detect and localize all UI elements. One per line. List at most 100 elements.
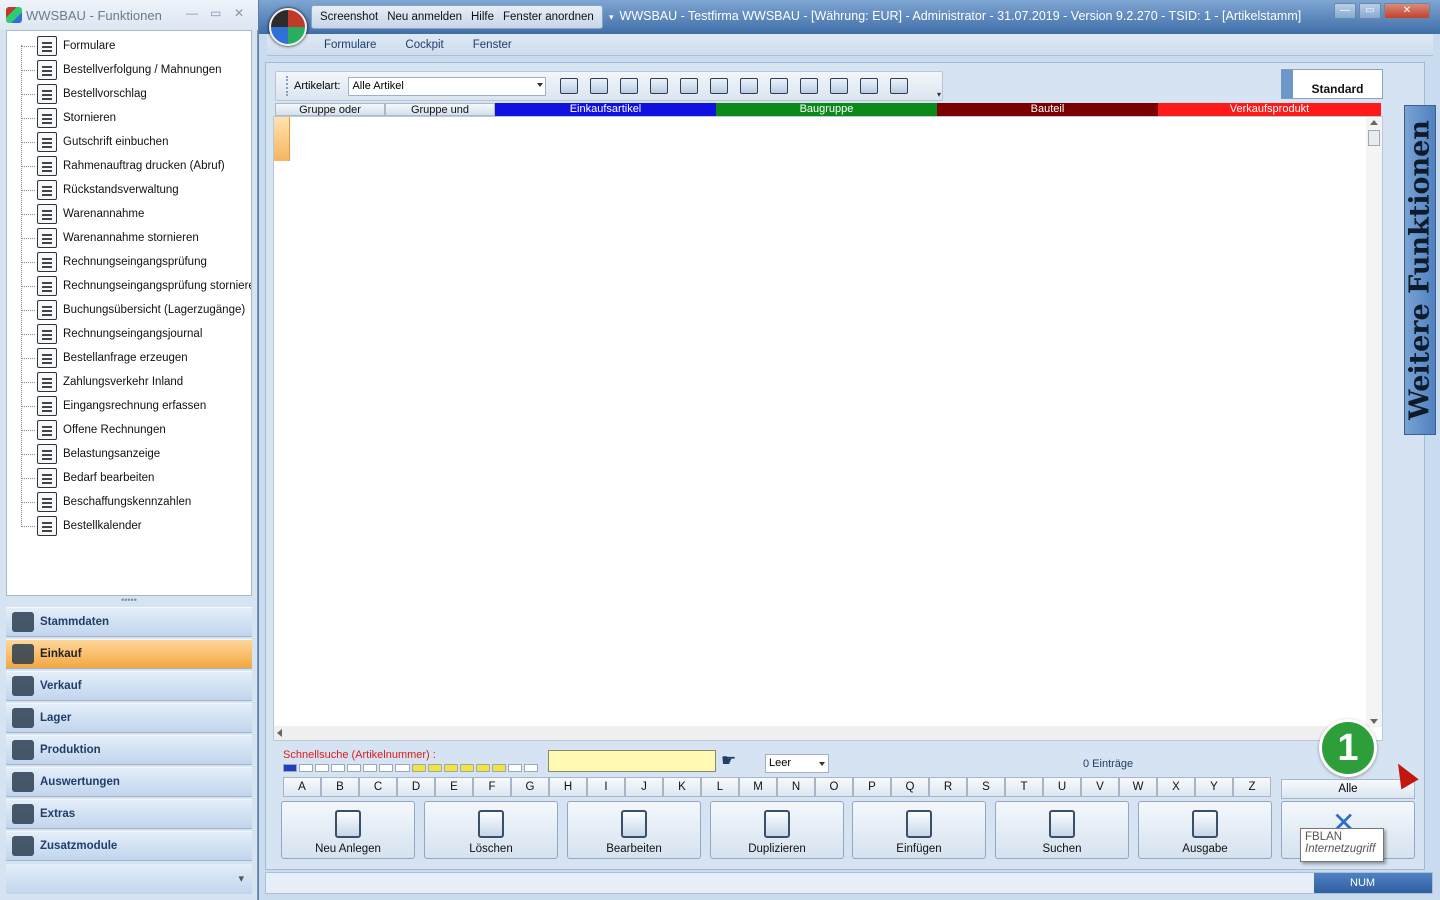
letter-k-button[interactable]: K xyxy=(663,777,701,797)
header-gruppe-und[interactable]: Gruppe und xyxy=(385,103,495,116)
einfuegen-button[interactable]: Einfügen xyxy=(852,801,986,859)
vertical-scrollbar[interactable] xyxy=(1366,117,1382,727)
menu-formulare[interactable]: Formulare xyxy=(324,39,376,51)
tree-item[interactable]: Formulare xyxy=(21,34,115,58)
chevron-down-icon[interactable]: ▾ xyxy=(609,12,614,22)
close-icon[interactable]: ✕ xyxy=(234,6,244,20)
row-selector[interactable] xyxy=(274,117,290,161)
letter-a-button[interactable]: A xyxy=(283,777,321,797)
letter-b-button[interactable]: B xyxy=(321,777,359,797)
hourglass-button[interactable] xyxy=(676,74,702,98)
letter-t-button[interactable]: T xyxy=(1005,777,1043,797)
tree-item[interactable]: Gutschrift einbuchen xyxy=(21,130,168,154)
panel-splitter[interactable]: ••••• xyxy=(6,596,252,605)
nav-einkauf[interactable]: Einkauf xyxy=(6,639,252,669)
scroll-thumb[interactable] xyxy=(1368,130,1380,146)
tree-item[interactable]: Stornieren xyxy=(21,106,116,130)
letter-w-button[interactable]: W xyxy=(1119,777,1157,797)
neu-anlegen-button[interactable]: Neu Anlegen xyxy=(281,801,415,859)
scroll-down-icon[interactable] xyxy=(1370,719,1378,724)
duplizieren-button[interactable]: Duplizieren xyxy=(710,801,844,859)
suchen-button[interactable]: Suchen xyxy=(995,801,1129,859)
bearbeiten-button[interactable]: Bearbeiten xyxy=(567,801,701,859)
maximize-icon[interactable]: ▭ xyxy=(210,6,221,20)
toolbar-overflow-icon[interactable]: ▾ xyxy=(937,90,941,99)
letter-n-button[interactable]: N xyxy=(777,777,815,797)
tree-item[interactable]: Buchungsübersicht (Lagerzugänge) xyxy=(21,298,245,322)
field-button[interactable] xyxy=(766,74,792,98)
letter-r-button[interactable]: R xyxy=(929,777,967,797)
quick-neu-anmelden[interactable]: Neu anmelden xyxy=(387,11,462,23)
tree-item[interactable]: Warenannahme xyxy=(21,202,144,226)
nav-zusatzmodule[interactable]: Zusatzmodule xyxy=(6,831,252,861)
tree-item[interactable]: Belastungsanzeige xyxy=(21,442,160,466)
close-icon[interactable]: ✕ xyxy=(1384,3,1430,19)
nav-verkauf[interactable]: Verkauf xyxy=(6,671,252,701)
letter-p-button[interactable]: P xyxy=(853,777,891,797)
image-button[interactable] xyxy=(616,74,642,98)
nav-stammdaten[interactable]: Stammdaten xyxy=(6,607,252,637)
weitere-funktionen-tab[interactable]: Weitere Funktionen xyxy=(1404,105,1436,435)
tree-item[interactable]: Rückstandsverwaltung xyxy=(21,178,179,202)
tree-item[interactable]: Bestellanfrage erzeugen xyxy=(21,346,188,370)
tree-item[interactable]: Bestellkalender xyxy=(21,514,142,538)
artikelart-select[interactable]: Alle Artikel xyxy=(348,76,547,96)
letter-o-button[interactable]: O xyxy=(815,777,853,797)
menu-cockpit[interactable]: Cockpit xyxy=(405,39,443,51)
letter-x-button[interactable]: X xyxy=(1157,777,1195,797)
nav-extras[interactable]: Extras xyxy=(6,799,252,829)
standard-view-button[interactable]: Standard xyxy=(1281,69,1383,99)
letter-d-button[interactable]: D xyxy=(397,777,435,797)
search-mode-select[interactable]: Leer xyxy=(765,754,829,773)
panel-bottom-button[interactable] xyxy=(826,74,852,98)
header-baugruppe[interactable]: Baugruppe xyxy=(716,103,937,116)
loeschen-button[interactable]: Löschen xyxy=(424,801,558,859)
minimize-icon[interactable]: — xyxy=(186,6,198,20)
pointing-hand-icon[interactable]: ☛ xyxy=(721,751,751,771)
horizontal-scrollbar[interactable] xyxy=(274,726,1368,740)
letter-e-button[interactable]: E xyxy=(435,777,473,797)
header-einkaufsartikel[interactable]: Einkaufsartikel xyxy=(495,103,716,116)
letter-i-button[interactable]: I xyxy=(587,777,625,797)
minimize-icon[interactable]: — xyxy=(1334,3,1356,19)
header-gruppe-oder[interactable]: Gruppe oder xyxy=(275,103,385,116)
tree-item[interactable]: Beschaffungskennzahlen xyxy=(21,490,191,514)
header-verkaufsprodukt[interactable]: Verkaufsprodukt xyxy=(1158,103,1381,116)
letter-f-button[interactable]: F xyxy=(473,777,511,797)
toolbar-grip[interactable] xyxy=(286,76,288,96)
quicksearch-input[interactable] xyxy=(548,750,716,772)
boxes-button[interactable] xyxy=(646,74,672,98)
panel-top-button[interactable] xyxy=(856,74,882,98)
tree-item[interactable]: Rahmenauftrag drucken (Abruf) xyxy=(21,154,225,178)
sort-button[interactable] xyxy=(796,74,822,98)
nav-overflow-button[interactable]: ▾ xyxy=(6,864,252,894)
article-grid[interactable] xyxy=(273,116,1383,741)
scroll-left-icon[interactable] xyxy=(277,729,282,737)
tree-item[interactable]: Bedarf bearbeiten xyxy=(21,466,154,490)
tree-item[interactable]: Rechnungseingangsjournal xyxy=(21,322,202,346)
letter-y-button[interactable]: Y xyxy=(1195,777,1233,797)
tree-item[interactable]: Rechnungseingangsprüfung stornieren xyxy=(21,274,251,298)
tree-item[interactable]: Zahlungsverkehr Inland xyxy=(21,370,183,394)
fit-button[interactable] xyxy=(886,74,912,98)
nav-lager[interactable]: Lager xyxy=(6,703,252,733)
table-view-button[interactable] xyxy=(556,74,582,98)
tree-item[interactable]: Eingangsrechnung erfassen xyxy=(21,394,206,418)
tree-item[interactable]: Bestellverfolgung / Mahnungen xyxy=(21,58,222,82)
menu-fenster[interactable]: Fenster xyxy=(473,39,512,51)
tree-item[interactable]: Bestellvorschlag xyxy=(21,82,147,106)
stack-button[interactable] xyxy=(586,74,612,98)
letter-z-button[interactable]: Z xyxy=(1233,777,1271,797)
tree-item[interactable]: Offene Rechnungen xyxy=(21,418,166,442)
nav-auswertungen[interactable]: Auswertungen xyxy=(6,767,252,797)
letter-q-button[interactable]: Q xyxy=(891,777,929,797)
alle-button[interactable]: Alle xyxy=(1281,779,1415,799)
letter-c-button[interactable]: C xyxy=(359,777,397,797)
ausgabe-button[interactable]: Ausgabe xyxy=(1138,801,1272,859)
quick-hilfe[interactable]: Hilfe xyxy=(471,11,494,23)
tree-item[interactable]: Warenannahme stornieren xyxy=(21,226,199,250)
maximize-icon[interactable]: ▭ xyxy=(1359,3,1381,19)
app-orb-button[interactable] xyxy=(269,8,307,46)
copy-link-button[interactable] xyxy=(736,74,762,98)
quick-fenster-anordnen[interactable]: Fenster anordnen xyxy=(503,11,594,23)
